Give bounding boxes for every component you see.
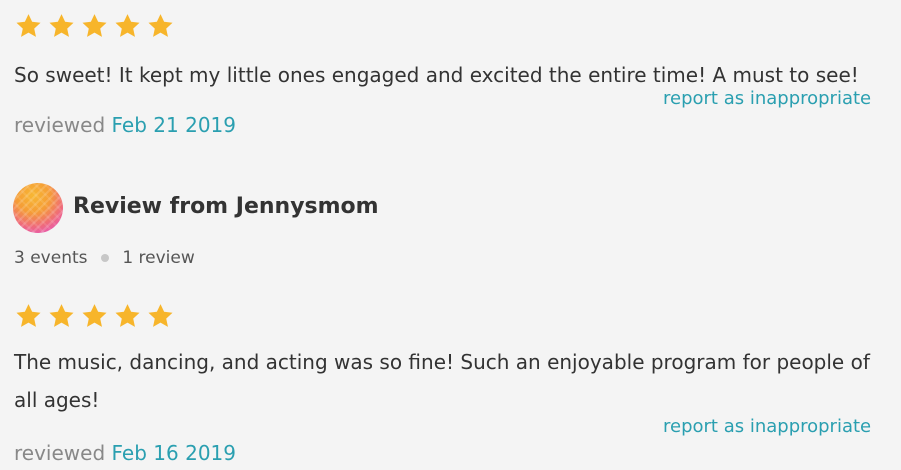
separator-dot-icon bbox=[100, 254, 109, 262]
star-icon bbox=[113, 12, 142, 40]
reviews-count: 1 review bbox=[122, 248, 195, 268]
review-2-text-line-1: The music, dancing, and acting was so fi… bbox=[14, 350, 870, 374]
events-count: 3 events bbox=[14, 248, 88, 268]
review-1-star-rating bbox=[14, 12, 175, 40]
star-icon bbox=[47, 12, 76, 40]
review-1-report-link[interactable]: report as inappropriate bbox=[663, 88, 871, 109]
avatar-icon[interactable] bbox=[13, 183, 63, 233]
star-icon bbox=[146, 12, 175, 40]
reviewed-date[interactable]: Feb 21 2019 bbox=[112, 113, 236, 137]
reviewed-date[interactable]: Feb 16 2019 bbox=[112, 441, 236, 465]
star-icon bbox=[47, 302, 76, 330]
star-icon bbox=[14, 302, 43, 330]
reviewed-label: reviewed bbox=[14, 113, 106, 137]
star-icon bbox=[80, 12, 109, 40]
avatar-texture bbox=[13, 183, 63, 233]
review-2-reviewed-line: reviewed Feb 16 2019 bbox=[14, 441, 236, 465]
star-icon bbox=[146, 302, 175, 330]
review-2-report-link[interactable]: report as inappropriate bbox=[663, 416, 871, 437]
reviewed-label: reviewed bbox=[14, 441, 106, 465]
star-icon bbox=[80, 302, 109, 330]
star-icon bbox=[113, 302, 142, 330]
review-2-star-rating bbox=[14, 302, 175, 330]
reviewer-name[interactable]: Review from Jennysmom bbox=[73, 194, 379, 219]
review-2-text-line-2: all ages! bbox=[14, 388, 100, 412]
review-1-reviewed-line: reviewed Feb 21 2019 bbox=[14, 113, 236, 137]
star-icon bbox=[14, 12, 43, 40]
reviewer-meta: 3 events 1 review bbox=[14, 248, 195, 268]
